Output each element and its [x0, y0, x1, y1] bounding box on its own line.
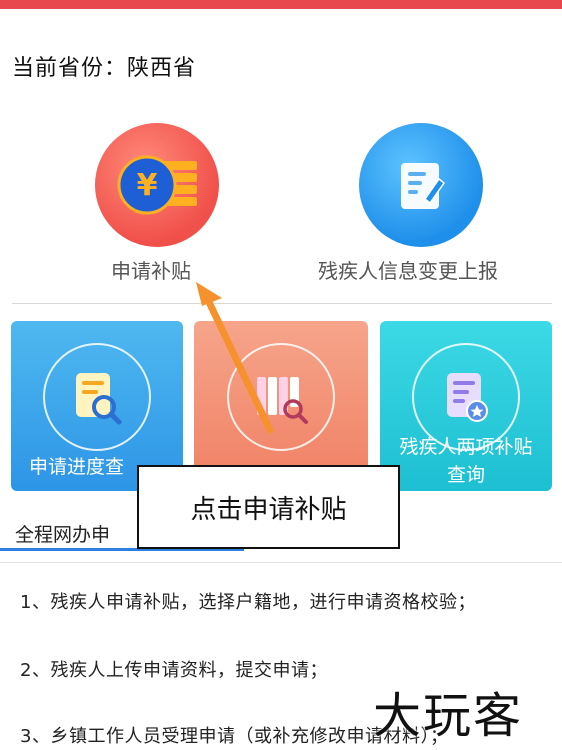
two-subsidies-query-line1: 残疾人两项补贴 — [399, 436, 533, 458]
process-step-1: 1、残疾人申请补贴，选择户籍地，进行申请资格校验； — [20, 592, 476, 613]
info-change-report-button[interactable] — [359, 123, 483, 247]
two-subsidies-query-label: 残疾人两项补贴 查询 — [380, 433, 552, 489]
section-divider — [12, 303, 552, 304]
apply-subsidy-button[interactable]: ¥ — [95, 123, 219, 247]
svg-text:¥: ¥ — [137, 168, 158, 203]
apply-subsidy-label[interactable]: 申请补贴 — [111, 255, 191, 284]
info-change-report-label[interactable]: 残疾人信息变更上报 — [318, 255, 498, 284]
yuan-coin-icon: ¥ — [117, 155, 197, 215]
process-step-2: 2、残疾人上传申请资料，提交申请； — [20, 660, 328, 681]
tab-online-process[interactable]: 全程网办申 — [15, 520, 110, 547]
current-province: 当前省份：陕西省 — [12, 56, 197, 81]
tab-bottom-border — [0, 562, 562, 563]
document-edit-icon — [401, 163, 446, 209]
watermark-logo: 大玩客 — [373, 688, 524, 744]
two-subsidies-query-line2: 查询 — [446, 464, 485, 486]
instruction-callout: 点击申请补贴 — [137, 465, 400, 549]
document-badge-icon — [447, 373, 488, 422]
document-search-icon — [76, 373, 122, 425]
top-status-bar — [0, 0, 562, 9]
books-search-icon — [257, 377, 308, 424]
two-subsidies-query-card[interactable]: 残疾人两项补贴 查询 — [380, 321, 552, 491]
